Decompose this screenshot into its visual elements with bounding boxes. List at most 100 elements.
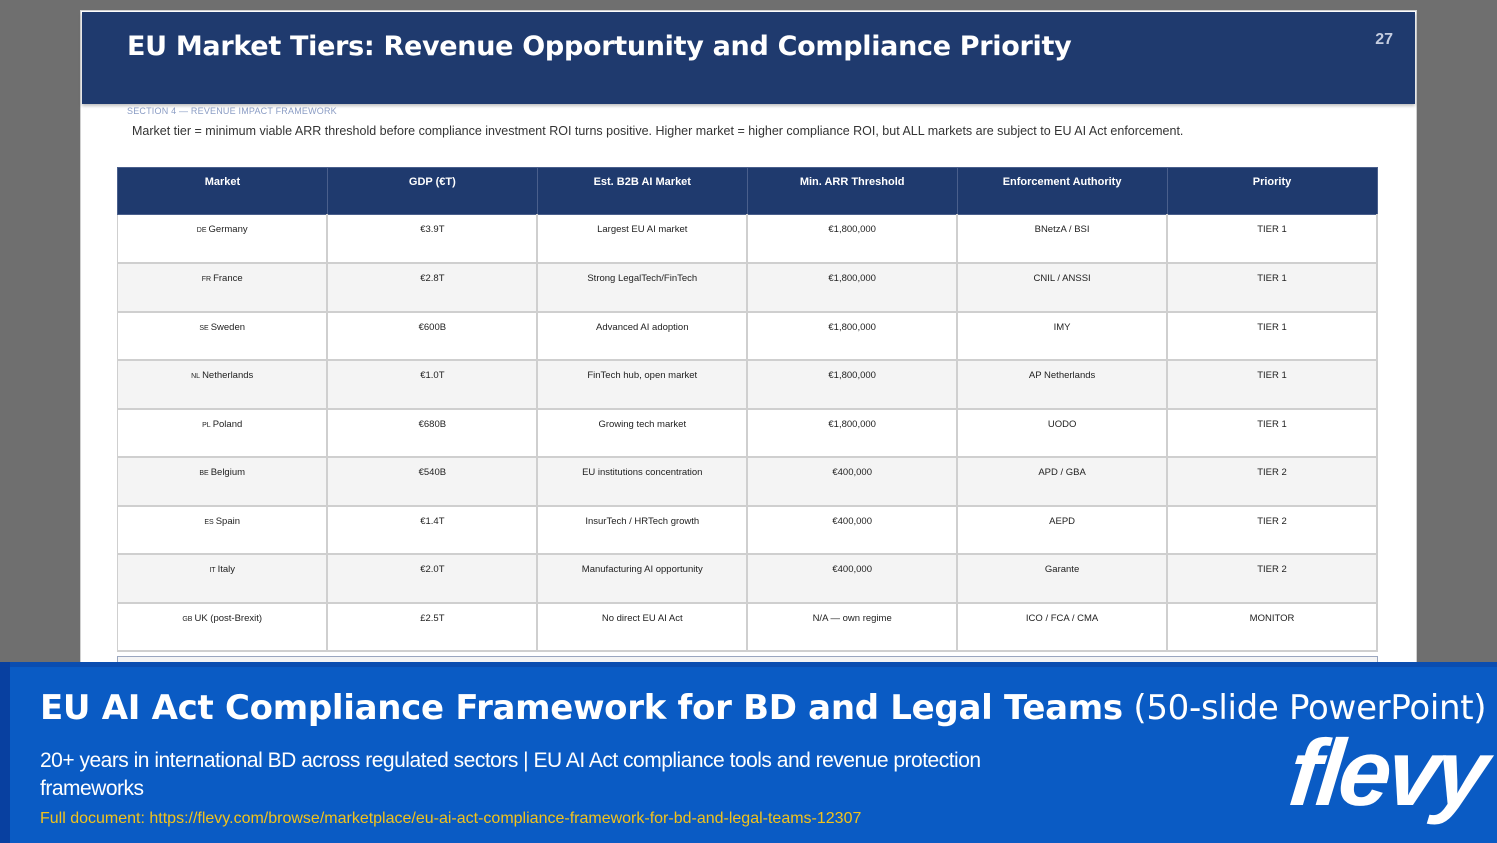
cell-market: FR France bbox=[117, 262, 329, 313]
banner-top-border bbox=[0, 662, 1497, 667]
table-row: BE Belgium €540B EU institutions concentrat… bbox=[117, 456, 1378, 507]
cell-arr-threshold: €1,800,000 bbox=[746, 359, 959, 410]
table-row: ES Spain €1.4T InsurTech / HRTech growth €40… bbox=[117, 505, 1378, 555]
cell-market: BE Belgium bbox=[117, 456, 329, 507]
cell-market: SE Sweden bbox=[117, 311, 329, 361]
cell-market: NL Netherlands bbox=[117, 359, 329, 410]
header-ai-market: Est. B2B AI Market bbox=[536, 167, 748, 215]
cell-gdp: €1.0T bbox=[326, 359, 539, 410]
cell-priority: TIER 1 bbox=[1166, 408, 1378, 458]
market-tier-table: Market GDP (€T) Est. B2B AI Market Min. … bbox=[117, 167, 1378, 652]
cell-enforcement-authority: AEPD bbox=[956, 505, 1169, 555]
market-name: UK (post-Brexit) bbox=[194, 612, 263, 624]
cell-priority: TIER 1 bbox=[1166, 311, 1378, 361]
slide-number: 27 bbox=[1375, 31, 1393, 48]
banner-title: EU AI Act Compliance Framework for BD an… bbox=[40, 688, 1487, 728]
market-name: Sweden bbox=[210, 321, 246, 333]
table-row: DE Germany €3.9T Largest EU AI market €1,800… bbox=[117, 214, 1378, 264]
cell-priority: TIER 2 bbox=[1166, 553, 1378, 604]
cell-gdp: €540B bbox=[326, 456, 539, 507]
country-flag-icon: SE bbox=[199, 324, 209, 332]
header-gdp: GDP (€T) bbox=[326, 167, 538, 215]
cell-market: PL Poland bbox=[117, 408, 329, 458]
header-enforcement-authority: Enforcement Authority bbox=[956, 167, 1168, 215]
cell-ai-market: FinTech hub, open market bbox=[536, 359, 749, 410]
cell-enforcement-authority: CNIL / ANSSI bbox=[956, 262, 1169, 313]
cell-arr-threshold: €1,800,000 bbox=[746, 214, 959, 264]
cell-gdp: €2.0T bbox=[326, 553, 539, 604]
country-flag-icon: NL bbox=[191, 373, 201, 380]
table-row: IT Italy €2.0T Manufacturing AI opportunity… bbox=[117, 553, 1378, 604]
cell-ai-market: Growing tech market bbox=[536, 408, 749, 458]
market-name: Netherlands bbox=[202, 370, 254, 381]
cell-market: GB UK (post-Brexit) bbox=[117, 602, 329, 652]
header-market: Market bbox=[117, 167, 328, 215]
cell-ai-market: No direct EU AI Act bbox=[536, 602, 749, 652]
cell-ai-market: InsurTech / HRTech growth bbox=[536, 505, 749, 555]
country-flag-icon: GB bbox=[182, 615, 193, 623]
country-flag-icon: BE bbox=[199, 470, 209, 477]
cell-ai-market: Strong LegalTech/FinTech bbox=[536, 262, 749, 313]
table-row: SE Sweden €600B Advanced AI adoption €1,800,… bbox=[117, 311, 1378, 361]
market-name: Belgium bbox=[210, 467, 246, 478]
cell-gdp: €1.4T bbox=[326, 505, 539, 555]
cell-arr-threshold: €400,000 bbox=[746, 456, 959, 507]
banner-left-edge bbox=[0, 662, 10, 843]
slide-title: EU Market Tiers: Revenue Opportunity and… bbox=[127, 31, 1072, 62]
table-row: NL Netherlands €1.0T FinTech hub, open mark… bbox=[117, 359, 1378, 410]
cell-arr-threshold: €1,800,000 bbox=[746, 311, 959, 361]
cell-ai-market: Largest EU AI market bbox=[536, 214, 749, 264]
cell-priority: TIER 1 bbox=[1166, 359, 1378, 410]
flevy-logo: flevy bbox=[1284, 720, 1490, 825]
cell-enforcement-authority: AP Netherlands bbox=[956, 359, 1169, 410]
cell-enforcement-authority: ICO / FCA / CMA bbox=[956, 602, 1169, 652]
market-name: Poland bbox=[212, 418, 243, 430]
full-document-link[interactable]: Full document: https://flevy.com/browse/… bbox=[40, 810, 861, 828]
cell-priority: TIER 2 bbox=[1166, 505, 1378, 555]
cell-priority: TIER 2 bbox=[1166, 456, 1378, 507]
country-flag-icon: IT bbox=[209, 567, 216, 574]
market-name: Spain bbox=[215, 515, 241, 527]
market-name: Italy bbox=[217, 564, 236, 575]
banner-title-main: EU AI Act Compliance Framework for BD an… bbox=[40, 688, 1123, 728]
cell-market: ES Spain bbox=[117, 505, 329, 555]
cell-gdp: €3.9T bbox=[326, 214, 539, 264]
cell-enforcement-authority: APD / GBA bbox=[956, 456, 1169, 507]
cell-gdp: €680B bbox=[326, 408, 539, 458]
market-name: France bbox=[213, 273, 243, 284]
table-row: FR France €2.8T Strong LegalTech/FinTech €1,… bbox=[117, 262, 1378, 313]
section-label: SECTION 4 — REVENUE IMPACT FRAMEWORK bbox=[127, 106, 337, 116]
cell-gdp: €600B bbox=[326, 311, 539, 361]
slide: EU Market Tiers: Revenue Opportunity and… bbox=[80, 10, 1417, 670]
country-flag-icon: FR bbox=[201, 276, 212, 283]
cell-priority: TIER 1 bbox=[1166, 214, 1378, 264]
cell-priority: MONITOR bbox=[1166, 602, 1378, 652]
table-row: GB UK (post-Brexit) £2.5T No direct EU AI A… bbox=[117, 602, 1378, 652]
country-flag-icon: PL bbox=[202, 421, 211, 429]
cell-gdp: €2.8T bbox=[326, 262, 539, 313]
cell-market: IT Italy bbox=[117, 553, 329, 604]
table-body: DE Germany €3.9T Largest EU AI market €1,800… bbox=[117, 214, 1378, 652]
cell-arr-threshold: €1,800,000 bbox=[746, 262, 959, 313]
cell-priority: TIER 1 bbox=[1166, 262, 1378, 313]
slide-header: EU Market Tiers: Revenue Opportunity and… bbox=[82, 12, 1415, 104]
cell-gdp: £2.5T bbox=[326, 602, 539, 652]
banner-subtitle: 20+ years in international BD across reg… bbox=[40, 749, 981, 800]
country-flag-icon: DE bbox=[196, 227, 207, 234]
cell-market: DE Germany bbox=[117, 214, 329, 264]
cell-enforcement-authority: IMY bbox=[956, 311, 1169, 361]
cell-ai-market: Advanced AI adoption bbox=[536, 311, 749, 361]
cell-ai-market: Manufacturing AI opportunity bbox=[536, 553, 749, 604]
cell-arr-threshold: €400,000 bbox=[746, 505, 959, 555]
cell-enforcement-authority: Garante bbox=[956, 553, 1169, 604]
cell-ai-market: EU institutions concentration bbox=[536, 456, 749, 507]
slide-description: Market tier = minimum viable ARR thresho… bbox=[132, 124, 1184, 138]
market-name: Germany bbox=[208, 224, 248, 235]
header-arr-threshold: Min. ARR Threshold bbox=[746, 167, 958, 215]
header-priority: Priority bbox=[1166, 167, 1378, 215]
cell-arr-threshold: €1,800,000 bbox=[746, 408, 959, 458]
table-row: PL Poland €680B Growing tech market €1,800,0… bbox=[117, 408, 1378, 458]
cell-enforcement-authority: UODO bbox=[956, 408, 1169, 458]
cell-arr-threshold: N/A — own regime bbox=[746, 602, 959, 652]
cell-arr-threshold: €400,000 bbox=[746, 553, 959, 604]
